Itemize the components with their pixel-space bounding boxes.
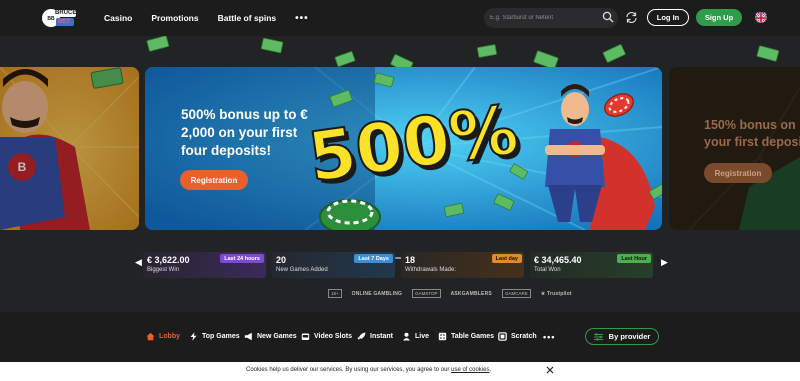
stat-badge: Last Hour xyxy=(617,254,651,263)
search-icon[interactable] xyxy=(602,11,614,23)
home-icon xyxy=(146,332,155,341)
person-icon xyxy=(403,332,410,341)
by-provider-label: By provider xyxy=(608,332,651,341)
nav-promotions[interactable]: Promotions xyxy=(151,13,198,23)
category-label: Live xyxy=(415,333,430,340)
online-gambling-logo: ONLINE GAMBLING xyxy=(351,290,403,297)
stat-card-withdrawals: 18 Withdrawals Made: Last day xyxy=(401,252,524,278)
stats-strip: ◀ € 3,622.00 Biggest Win Last 24 hours 2… xyxy=(0,248,800,278)
promo-carousel: B 500% 500% 500% bonus up to € 2,000 on … xyxy=(0,36,800,259)
category-live[interactable]: Live xyxy=(402,332,429,341)
signup-button[interactable]: Sign Up xyxy=(696,9,742,26)
carousel-slide-next[interactable]: 150% bonus on your first deposit! Regist… xyxy=(669,67,800,230)
uk-flag-icon[interactable] xyxy=(755,11,767,23)
category-instant[interactable]: Instant xyxy=(357,332,393,341)
stat-badge: Last day xyxy=(491,254,522,263)
games-category-nav: Lobby Top Games New Games Video Slots In… xyxy=(0,312,800,362)
trust-logos: 18+ ONLINE GAMBLING GAMSTOP ASKGAMBLERS … xyxy=(328,289,572,298)
stat-card-biggest-win: € 3,622.00 Biggest Win Last 24 hours xyxy=(143,252,266,278)
stat-badge: Last 7 Days xyxy=(354,254,393,263)
stat-value: 20 xyxy=(276,255,287,265)
carousel-slide-previous[interactable]: B xyxy=(0,67,139,230)
category-label: Video Slots xyxy=(314,333,352,340)
stat-label: Biggest Win xyxy=(147,267,180,273)
refresh-arrows-icon[interactable] xyxy=(625,11,638,24)
promo-next-registration-button[interactable]: Registration xyxy=(704,163,772,183)
trustpilot-logo: ★ Trustpilot xyxy=(541,291,572,297)
category-label: Instant xyxy=(370,333,393,340)
stats-prev-arrow-icon[interactable]: ◀ xyxy=(135,257,142,268)
category-label: Table Games xyxy=(451,333,495,340)
logo-text-top: BRUCE xyxy=(55,10,77,16)
cookie-suffix: . xyxy=(489,367,492,373)
rocket-icon xyxy=(357,332,366,340)
category-video-slots[interactable]: Video Slots xyxy=(301,332,352,341)
category-more-button[interactable]: ••• xyxy=(543,332,555,342)
stat-value: € 34,465.40 xyxy=(534,255,582,265)
search-input[interactable] xyxy=(490,12,594,24)
category-table-games[interactable]: Table Games xyxy=(438,332,494,341)
stat-card-new-games: 20 New Games Added Last 7 Days xyxy=(272,252,395,278)
gamcare-logo: GAMCARE xyxy=(501,289,531,298)
promo-headline: 500% bonus up to € 2,000 on your first f… xyxy=(181,107,308,158)
megaphone-icon xyxy=(244,332,252,341)
filter-sliders-icon xyxy=(593,332,603,341)
slide-dim-overlay xyxy=(0,67,139,230)
stat-badge: Last 24 hours xyxy=(220,254,264,263)
stat-value: € 3,622.00 xyxy=(147,255,190,265)
scratch-card-icon xyxy=(498,332,507,341)
category-label: Scratch xyxy=(511,333,537,340)
stat-card-total-won: € 34,465.40 Total Won Last Hour xyxy=(530,252,653,278)
carousel-slide-active[interactable]: 500% 500% B xyxy=(145,67,662,230)
gamstop-logo: GAMSTOP xyxy=(412,289,441,298)
stat-value: 18 xyxy=(405,255,416,265)
stat-label: Total Won xyxy=(534,267,561,273)
askgamblers-logo: ASKGAMBLERS xyxy=(450,290,492,297)
category-label: New Games xyxy=(257,333,297,340)
age-restriction-logo: 18+ xyxy=(328,289,342,298)
stat-label: Withdrawals Made: xyxy=(405,267,457,273)
page: BB BRUCE BET Casino Promotions Battle of… xyxy=(0,0,800,381)
top-header: BB BRUCE BET Casino Promotions Battle of… xyxy=(0,0,800,36)
stats-next-arrow-icon[interactable]: ▶ xyxy=(661,257,668,268)
promo-next-headline: 150% bonus on your first deposit! xyxy=(704,118,800,149)
login-button[interactable]: Log In xyxy=(647,9,689,26)
category-label: Top Games xyxy=(202,333,240,340)
trustpilot-label: Trustpilot xyxy=(546,290,572,297)
lightning-icon xyxy=(190,332,197,341)
brand-logo[interactable]: BB BRUCE BET xyxy=(42,6,76,30)
cookie-message: Cookies help us deliver our services. By… xyxy=(246,367,491,373)
search-box xyxy=(484,8,618,28)
slot-machine-icon xyxy=(301,333,310,340)
star-icon: ★ xyxy=(540,290,546,297)
category-scratch[interactable]: Scratch xyxy=(498,332,537,341)
category-label: Lobby xyxy=(159,333,180,340)
cookie-text: Cookies help us deliver our services. By… xyxy=(246,367,452,373)
stat-label: New Games Added xyxy=(276,267,328,273)
svg-text:BB: BB xyxy=(47,16,55,22)
logo-text-bottom: BET xyxy=(58,19,70,25)
category-new-games[interactable]: New Games xyxy=(244,332,297,341)
nav-casino[interactable]: Casino xyxy=(104,13,132,23)
dice-icon xyxy=(438,332,447,341)
by-provider-button[interactable]: By provider xyxy=(585,328,659,345)
category-top-games[interactable]: Top Games xyxy=(189,332,240,341)
nav-more-button[interactable]: ••• xyxy=(295,13,309,24)
promo-registration-button[interactable]: Registration xyxy=(180,170,248,190)
cookie-policy-link[interactable]: use of cookies xyxy=(451,367,489,373)
category-lobby[interactable]: Lobby xyxy=(146,332,180,341)
nav-battle-of-spins[interactable]: Battle of spins xyxy=(218,13,277,23)
close-icon[interactable] xyxy=(545,365,555,375)
cookie-banner: Cookies help us deliver our services. By… xyxy=(0,362,800,381)
main-nav: Casino Promotions Battle of spins ••• xyxy=(104,0,309,36)
